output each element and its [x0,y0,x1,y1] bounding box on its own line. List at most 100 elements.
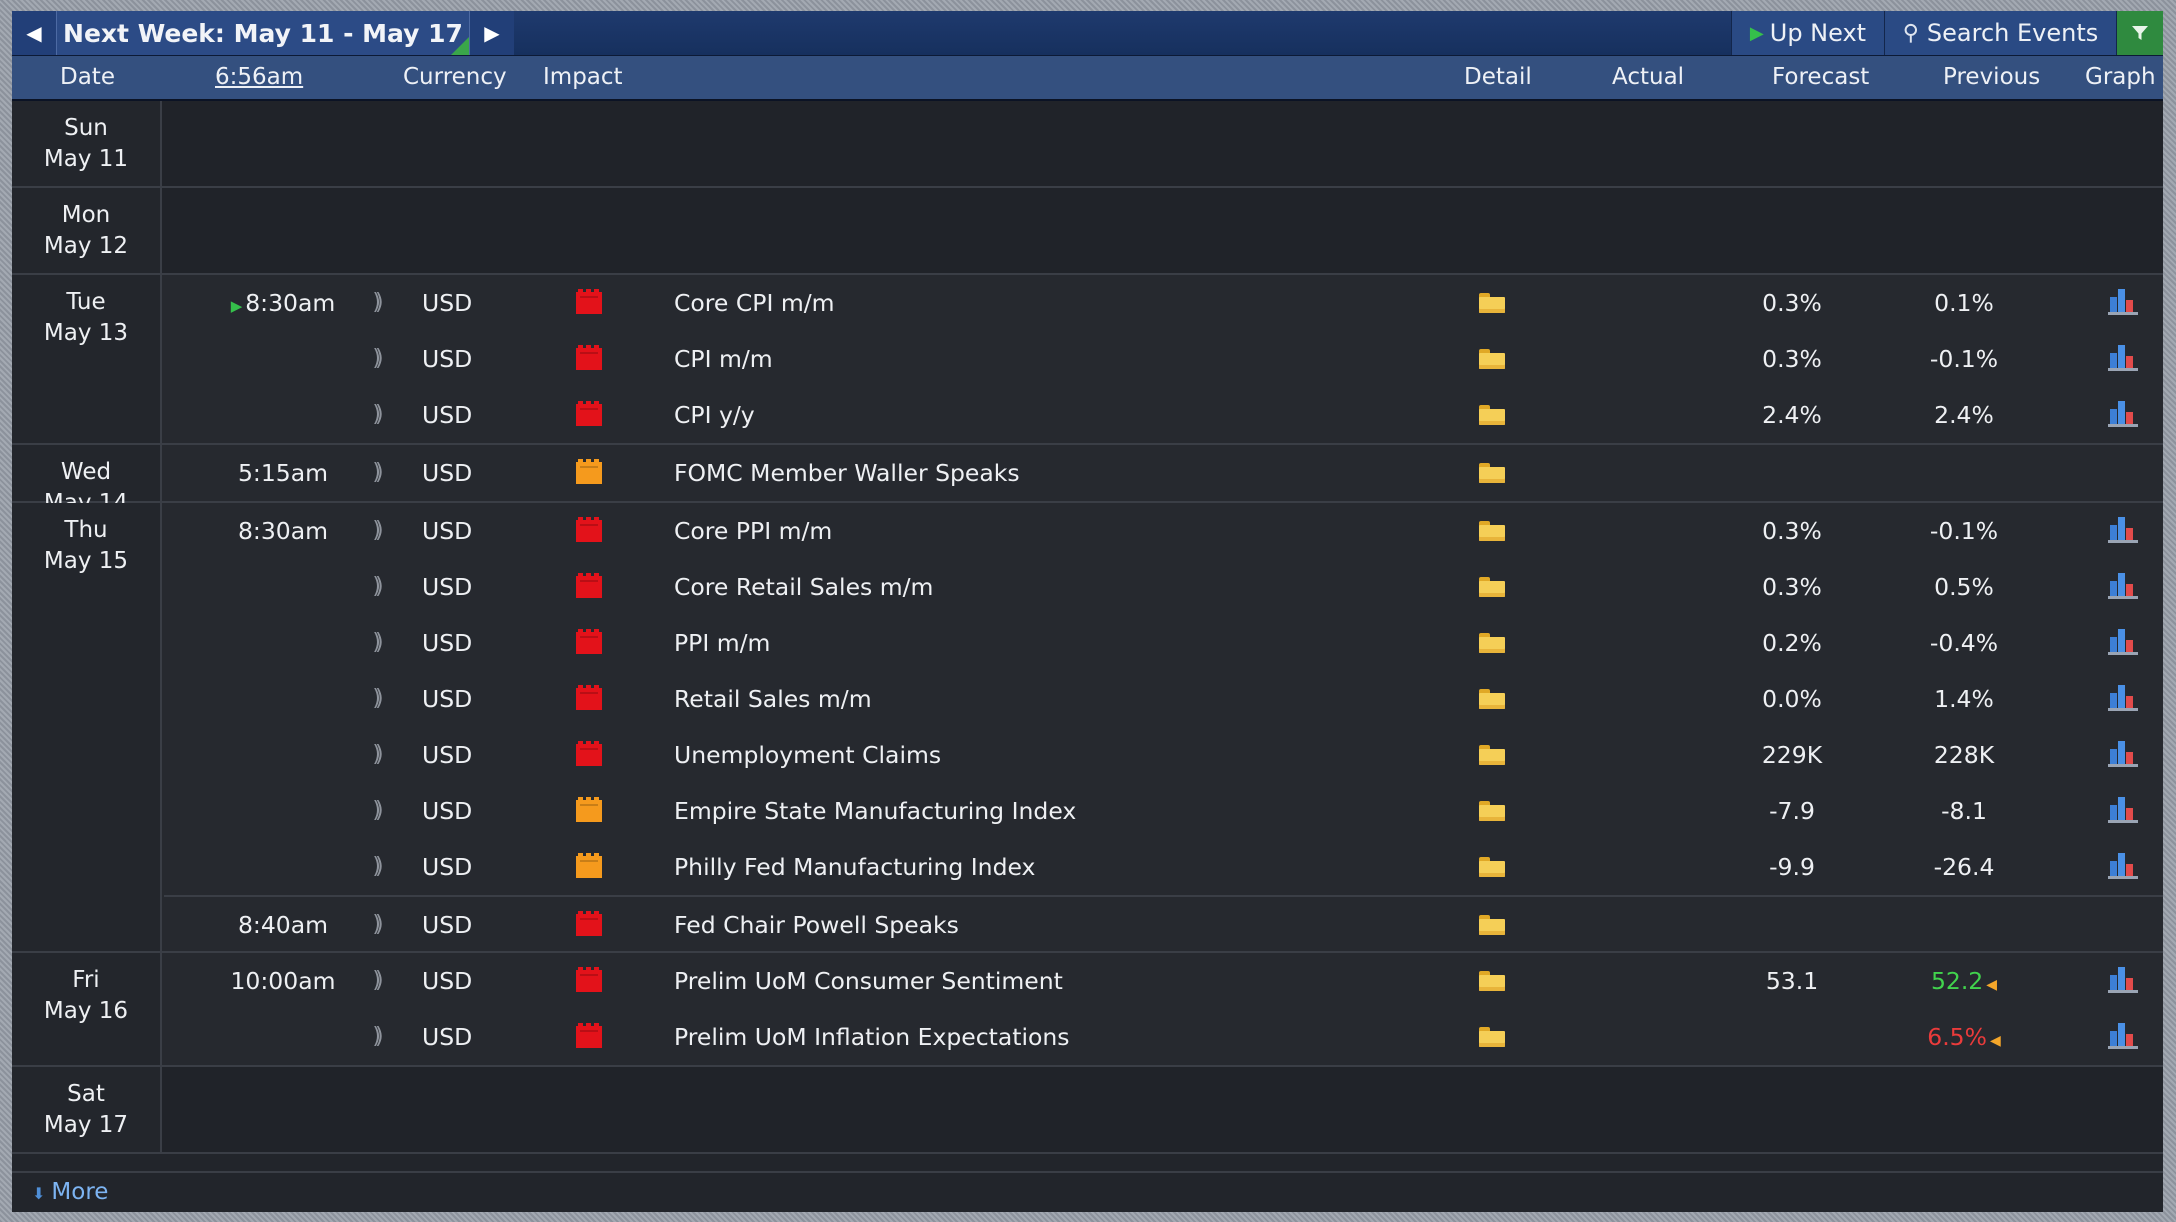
event-title[interactable]: Philly Fed Manufacturing Index [674,839,1434,895]
alert-icon[interactable] [360,783,390,839]
impact-icon [576,517,602,542]
event-title[interactable]: Prelim UoM Inflation Expectations [674,1009,1434,1065]
event-title[interactable]: Empire State Manufacturing Index [674,783,1434,839]
impact-icon [576,401,602,426]
day-group: Tue May 13 ▶8:30am USD Core CPI m/m 0.3% 0.1% U… [12,275,2163,445]
event-row[interactable]: USD Core Retail Sales m/m 0.3% 0.5% [164,559,2163,615]
event-title[interactable]: Retail Sales m/m [674,671,1434,727]
bar-chart-icon[interactable] [2108,797,2138,823]
alert-icon[interactable] [360,503,390,559]
folder-icon[interactable] [1479,521,1505,541]
folder-icon[interactable] [1479,971,1505,991]
event-currency: USD [422,911,473,939]
event-title[interactable]: CPI m/m [674,331,1434,387]
impact-icon [576,459,602,484]
table-footer: ⬇ More [12,1171,2163,1212]
event-title[interactable]: Fed Chair Powell Speaks [674,897,1434,953]
folder-icon[interactable] [1479,577,1505,597]
alert-icon[interactable] [360,897,390,953]
folder-icon[interactable] [1479,405,1505,425]
folder-icon[interactable] [1479,633,1505,653]
event-row[interactable]: USD Retail Sales m/m 0.0% 1.4% [164,671,2163,727]
event-row[interactable]: USD CPI y/y 2.4% 2.4% [164,387,2163,443]
event-forecast: 53.1 [1765,967,1819,995]
bar-chart-icon[interactable] [2108,741,2138,767]
event-row[interactable]: USD Prelim UoM Inflation Expectations 6.5%… [164,1009,2163,1065]
event-row[interactable]: 8:40am USD Fed Chair Powell Speaks [164,895,2163,951]
folder-icon[interactable] [1479,463,1505,483]
event-row[interactable]: 8:30am USD Core PPI m/m 0.3% -0.1% [164,503,2163,559]
alert-icon[interactable] [360,331,390,387]
filter-icon [2132,26,2148,40]
event-previous: -8.1 [1884,783,2044,839]
event-row[interactable]: 10:00am USD Prelim UoM Consumer Sentiment 5… [164,953,2163,1009]
week-title[interactable]: Next Week: May 11 - May 17 [56,11,470,55]
day-cell: Mon May 12 [12,188,162,273]
event-title[interactable]: Core PPI m/m [674,503,1434,559]
bar-chart-icon[interactable] [2108,967,2138,993]
bar-chart-icon[interactable] [2108,289,2138,315]
event-forecast: 0.3% [1762,345,1822,373]
alert-icon[interactable] [360,559,390,615]
more-link[interactable]: ⬇ More [32,1173,108,1213]
event-previous: -0.1% [1884,331,2044,387]
folder-icon[interactable] [1479,293,1505,313]
event-title[interactable]: PPI m/m [674,615,1434,671]
folder-icon[interactable] [1479,349,1505,369]
next-week-button[interactable]: ▶ [470,11,514,55]
alert-icon[interactable] [360,1009,390,1065]
bar-chart-icon[interactable] [2108,1023,2138,1049]
event-row[interactable]: 5:15am USD FOMC Member Waller Speaks [164,445,2163,501]
event-row[interactable]: USD CPI m/m 0.3% -0.1% [164,331,2163,387]
event-row[interactable]: USD Empire State Manufacturing Index -7.9 -… [164,783,2163,839]
event-title[interactable]: Unemployment Claims [674,727,1434,783]
alert-icon[interactable] [360,953,390,1009]
event-row[interactable]: USD Unemployment Claims 229K 228K [164,727,2163,783]
event-title[interactable]: Core Retail Sales m/m [674,559,1434,615]
event-currency: USD [422,573,473,601]
bar-chart-icon[interactable] [2108,401,2138,427]
bar-chart-icon[interactable] [2108,629,2138,655]
event-currency: USD [422,401,473,429]
bar-chart-icon[interactable] [2108,685,2138,711]
search-events-button[interactable]: ⚲ Search Events [1884,11,2116,55]
folder-icon[interactable] [1479,745,1505,765]
filter-button[interactable] [2116,11,2163,55]
alert-icon[interactable] [360,839,390,895]
alert-icon[interactable] [360,727,390,783]
previous-week-button[interactable]: ◀ [12,11,56,55]
event-title[interactable]: Core CPI m/m [674,275,1434,331]
alert-icon[interactable] [360,615,390,671]
alert-icon[interactable] [360,275,390,331]
folder-icon[interactable] [1479,689,1505,709]
up-next-button[interactable]: ▶ Up Next [1731,11,1884,55]
event-row[interactable]: USD Philly Fed Manufacturing Index -9.9 -26… [164,839,2163,895]
folder-icon[interactable] [1479,857,1505,877]
bar-chart-icon[interactable] [2108,573,2138,599]
bar-chart-icon[interactable] [2108,853,2138,879]
day-cell: Sun May 11 [12,101,162,186]
alert-icon[interactable] [360,671,390,727]
day-of-week: Thu [64,517,108,543]
folder-icon[interactable] [1479,801,1505,821]
column-actual: Actual [1612,64,1685,90]
revised-indicator-icon[interactable]: ◀ [1986,977,1997,993]
bar-chart-icon[interactable] [2108,345,2138,371]
event-title[interactable]: Prelim UoM Consumer Sentiment [674,953,1434,1009]
day-cell: WedMay 14 [12,445,162,516]
event-time-label: 10:00am [230,967,336,995]
current-time-link[interactable]: 6:56am [215,56,303,99]
event-row[interactable]: USD PPI m/m 0.2% -0.4% [164,615,2163,671]
revised-indicator-icon[interactable]: ◀ [1990,1033,2001,1049]
bar-chart-icon[interactable] [2108,517,2138,543]
event-title[interactable]: FOMC Member Waller Speaks [674,445,1434,501]
event-row[interactable]: ▶8:30am USD Core CPI m/m 0.3% 0.1% [164,275,2163,331]
folder-icon[interactable] [1479,915,1505,935]
alert-icon[interactable] [360,387,390,443]
event-title[interactable]: CPI y/y [674,387,1434,443]
arrow-down-icon: ⬇ [32,1184,46,1203]
previous-value: 0.1% [1934,289,1994,317]
folder-icon[interactable] [1479,1027,1505,1047]
day-of-week: Sun [64,115,108,141]
alert-icon[interactable] [360,445,390,501]
